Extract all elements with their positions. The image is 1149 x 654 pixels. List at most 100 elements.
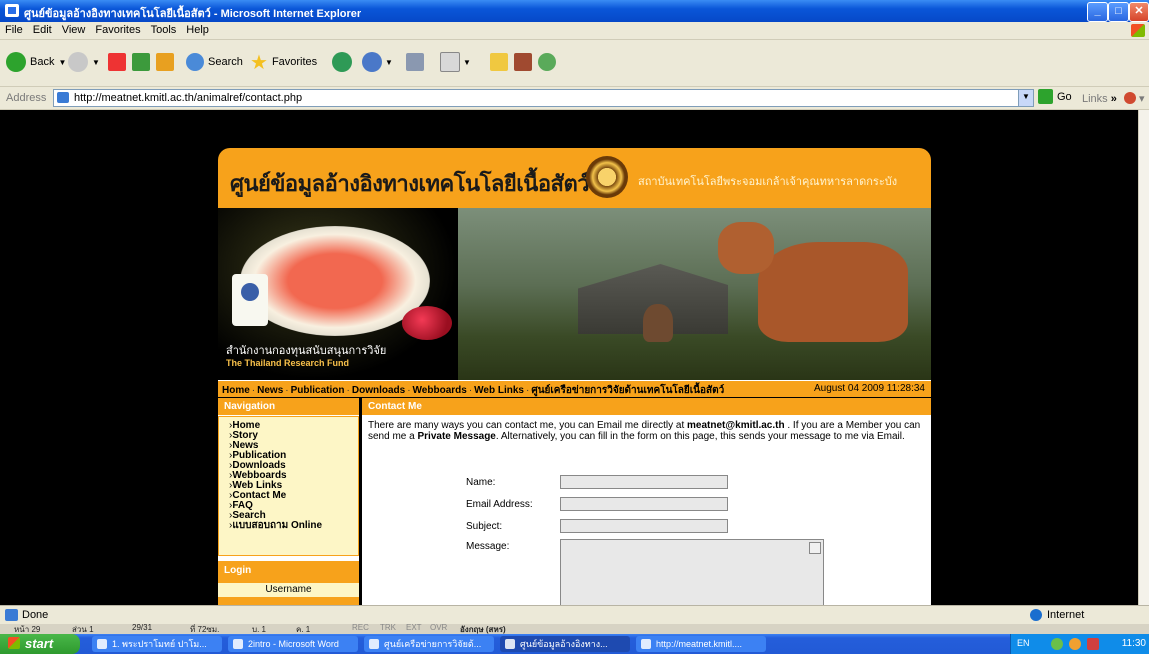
- trf-thai-name: สำนักงานกองทุนสนับสนุนการวิจัย: [226, 344, 387, 357]
- forward-arrow-icon: [68, 52, 88, 72]
- cow-image: [758, 242, 908, 342]
- menu-help[interactable]: Help: [181, 22, 214, 36]
- messenger-icon: [538, 53, 556, 71]
- address-input[interactable]: http://meatnet.kmitl.ac.th/animalref/con…: [53, 89, 1020, 107]
- menu-bar: File Edit View Favorites Tools Help: [0, 22, 1149, 40]
- navigation-title: Navigation: [224, 401, 276, 412]
- word-section: ส่วน 1: [72, 625, 94, 634]
- favorites-label: Favorites: [271, 56, 318, 68]
- back-label: Back: [30, 56, 55, 68]
- navigation-header: Navigation: [218, 398, 359, 415]
- menu-tools[interactable]: Tools: [146, 22, 182, 36]
- site-title: ศูนย์ข้อมูลอ้างอิงทางเทคโนโลยีเนื้อสัตว์: [230, 172, 590, 197]
- print-button[interactable]: [406, 50, 424, 74]
- hero-image: สำนักงานกองทุนสนับสนุนการวิจัย The Thail…: [218, 208, 931, 380]
- nav-publication[interactable]: Publication: [291, 385, 345, 396]
- mail-icon: [362, 52, 382, 72]
- taskbar: start 1. พระปราโมทย์ ปาโม... 2intro - Mi…: [0, 634, 1149, 654]
- login-title: Login: [224, 565, 252, 576]
- refresh-button[interactable]: [132, 50, 150, 74]
- favorites-star-icon: ★: [250, 51, 268, 74]
- taskbar-item-4-active[interactable]: ศูนย์ข้อมูลอ้างอิงทาง...: [500, 636, 630, 652]
- start-button[interactable]: start: [0, 634, 80, 654]
- subject-field[interactable]: [560, 519, 728, 533]
- search-button[interactable]: Search: [186, 50, 243, 74]
- menu-edit[interactable]: Edit: [28, 22, 57, 36]
- browser-viewport: ศูนย์ข้อมูลอ้างอิงทางเทคโนโลยีเนื้อสัตว์…: [0, 110, 1138, 605]
- taskbar-item-2[interactable]: 2intro - Microsoft Word: [228, 636, 358, 652]
- message-textarea[interactable]: [560, 539, 824, 605]
- messenger-button[interactable]: [538, 50, 556, 74]
- close-button[interactable]: ✕: [1129, 2, 1149, 22]
- go-label: Go: [1057, 90, 1072, 103]
- nav-home[interactable]: Home: [222, 385, 250, 396]
- address-dropdown[interactable]: ▼: [1018, 89, 1034, 107]
- folder-button[interactable]: [490, 50, 508, 74]
- page-status-icon: [5, 609, 18, 621]
- main-content: Contact Me There are many ways you can c…: [362, 398, 931, 605]
- taskbar-item-3[interactable]: ศูนย์เครือข่ายการวิจัยด้...: [364, 636, 494, 652]
- links-button[interactable]: Links » ▾: [1082, 92, 1145, 105]
- address-url: http://meatnet.kmitl.ac.th/animalref/con…: [74, 92, 303, 104]
- research-button[interactable]: [514, 50, 532, 74]
- back-arrow-icon: [6, 52, 26, 72]
- trf-english-name: The Thailand Research Fund: [226, 358, 350, 368]
- menu-file[interactable]: File: [0, 22, 28, 36]
- back-button[interactable]: Back ▼: [6, 50, 66, 74]
- contact-header: Contact Me: [362, 398, 931, 415]
- private-message-link[interactable]: Private Message: [417, 431, 495, 442]
- go-arrow-icon: [1038, 89, 1053, 104]
- nav-news[interactable]: News: [257, 385, 283, 396]
- institute-name: สถาบันเทคโนโลยีพระจอมเกล้าเจ้าคุณทหารลาด…: [638, 175, 898, 188]
- word-rec: REC: [352, 624, 369, 632]
- forward-button[interactable]: ▼: [68, 50, 100, 74]
- mail-button[interactable]: ▼: [362, 50, 393, 74]
- menu-view[interactable]: View: [57, 22, 91, 36]
- email-field[interactable]: [560, 497, 728, 511]
- farmer-image: [643, 304, 673, 342]
- name-field[interactable]: [560, 475, 728, 489]
- kmitl-seal-logo: [586, 156, 628, 198]
- taskbar-item-1[interactable]: 1. พระปราโมทย์ ปาโม...: [92, 636, 222, 652]
- window-title-bar[interactable]: ศูนย์ข้อมูลอ้างอิงทางเทคโนโลยีเนื้อสัตว์…: [0, 0, 1149, 22]
- vertical-scrollbar[interactable]: [1138, 110, 1149, 605]
- textarea-scroll-up-button[interactable]: [809, 542, 821, 554]
- toolbar-extension-icon[interactable]: [1123, 92, 1136, 104]
- stop-button[interactable]: [108, 50, 126, 74]
- internet-globe-icon: [1030, 609, 1042, 621]
- nav-web-links[interactable]: Web Links: [474, 385, 524, 396]
- word-position: ที่ 72ซม.: [190, 625, 220, 634]
- clock[interactable]: 11:30: [1122, 638, 1146, 649]
- sidebar-item-questionnaire[interactable]: แบบสอบถาม Online: [229, 521, 358, 531]
- tray-network-icon[interactable]: [1051, 638, 1063, 650]
- word-page: หน้า 29: [14, 625, 41, 634]
- nav-webboards[interactable]: Webboards: [413, 385, 467, 396]
- cow-head-image: [718, 222, 774, 274]
- email-link[interactable]: meatnet@kmitl.ac.th: [687, 420, 785, 431]
- links-label: Links: [1082, 93, 1108, 105]
- taskbar-item-5[interactable]: http://meatnet.kmitl....: [636, 636, 766, 652]
- folder-icon: [490, 53, 508, 71]
- start-label: start: [25, 636, 54, 651]
- history-button[interactable]: [332, 50, 352, 74]
- tray-security-icon[interactable]: [1087, 638, 1099, 650]
- address-label: Address: [6, 92, 47, 104]
- home-button[interactable]: [156, 50, 174, 74]
- site-nav-bar: Home · News · Publication · Downloads · Webboard…: [218, 380, 931, 397]
- nav-downloads[interactable]: Downloads: [352, 385, 405, 396]
- print-icon: [406, 53, 424, 71]
- go-button[interactable]: Go: [1038, 89, 1072, 104]
- current-date: August 04 2009 11:28:34: [813, 383, 925, 394]
- tray-app-icon[interactable]: [1069, 638, 1081, 650]
- menu-favorites[interactable]: Favorites: [90, 22, 145, 36]
- maximize-button[interactable]: □: [1108, 2, 1129, 22]
- home-icon: [156, 53, 174, 71]
- zone-label: Internet: [1047, 609, 1085, 621]
- edit-button[interactable]: ▼: [440, 50, 471, 74]
- sidebar: Navigation Home Story News Publication D…: [218, 398, 359, 605]
- refresh-icon: [132, 53, 150, 71]
- nav-research-network[interactable]: ศูนย์เครือข่ายการวิจัยด้านเทคโนโลยีเนื้อ…: [531, 385, 724, 396]
- minimize-button[interactable]: _: [1087, 2, 1108, 22]
- favorites-button[interactable]: ★ Favorites: [250, 50, 317, 74]
- status-text: Done: [22, 609, 49, 621]
